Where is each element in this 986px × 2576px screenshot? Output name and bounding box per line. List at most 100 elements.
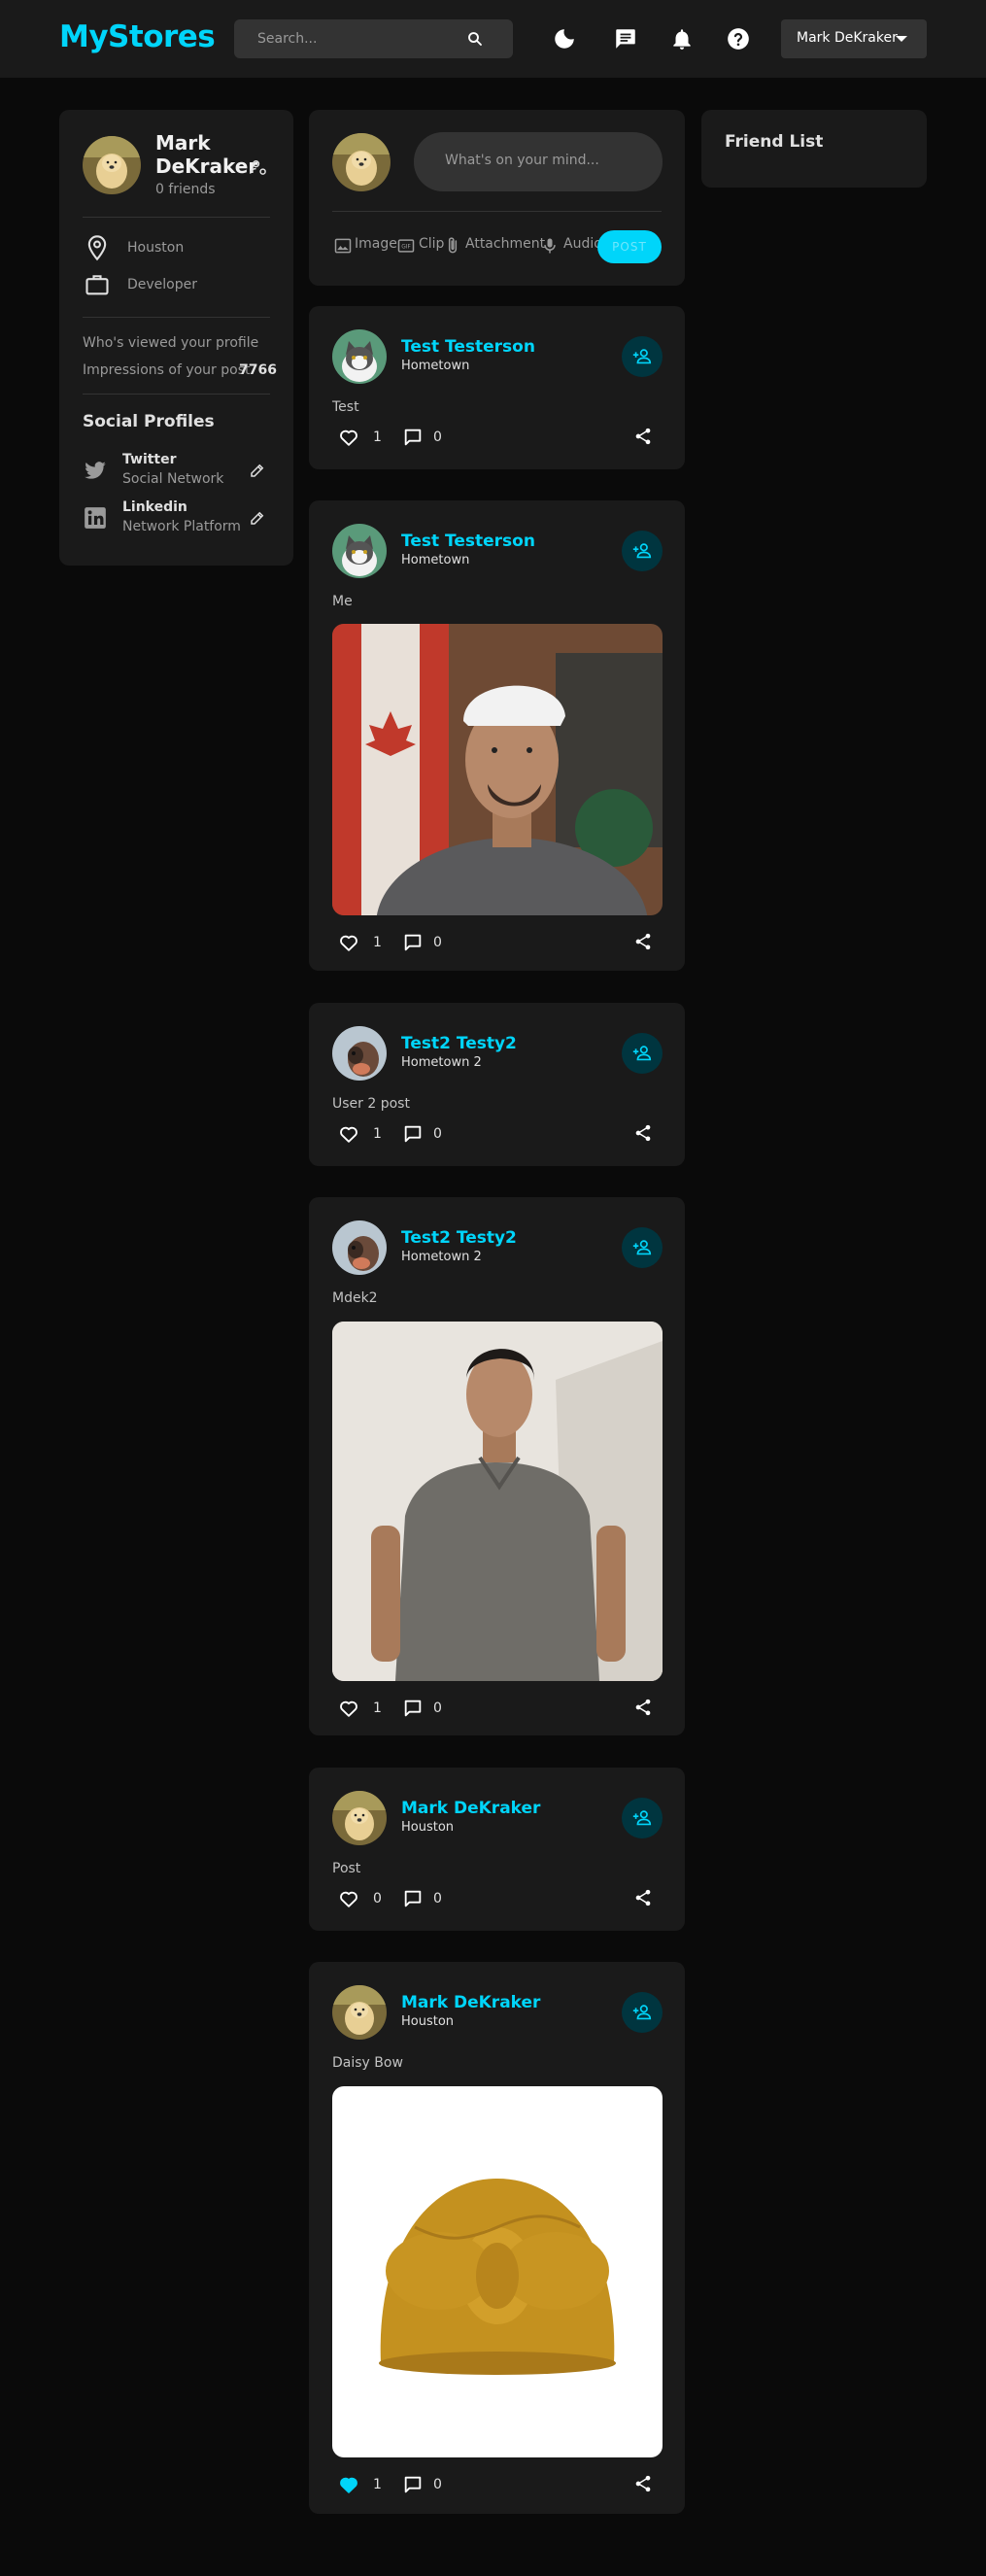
like-count: 1 [373,1700,382,1716]
post-input-placeholder: What's on your mind... [445,153,599,168]
like-count: 0 [373,1891,382,1906]
person-add-icon [632,1240,652,1255]
search-bar[interactable]: Search... [234,19,513,58]
post-avatar[interactable] [332,329,387,384]
person-add-icon [632,2005,652,2020]
notification-icon[interactable] [669,26,695,52]
share-icon[interactable] [633,1123,653,1143]
post-avatar[interactable] [332,1791,387,1845]
attachment-icon[interactable] [443,236,462,256]
friend-list-title: Friend List [725,132,824,152]
comment-icon[interactable] [402,2474,424,2495]
post-author[interactable]: Mark DeKraker [401,1799,540,1818]
post-description: Mdek2 [332,1290,378,1306]
like-icon[interactable] [338,1123,359,1145]
post-button-label: POST [612,240,647,254]
post-location: Hometown 2 [401,1250,482,1264]
user-select[interactable]: Mark DeKraker [781,19,927,58]
post-location: Hometown 2 [401,1055,482,1070]
share-icon[interactable] [633,1888,653,1907]
impressions-value: 7766 [239,362,277,378]
add-friend-button[interactable] [622,1033,663,1074]
social-profiles-title: Social Profiles [83,412,215,431]
add-friend-button[interactable] [622,1227,663,1268]
comment-icon[interactable] [402,427,424,448]
attachment-tool[interactable]: Attachment [465,236,545,252]
comment-icon[interactable] [402,1888,424,1909]
logo[interactable]: MyStores [59,19,216,54]
gif-icon[interactable]: GIF [396,236,416,256]
post-author[interactable]: Mark DeKraker [401,1993,540,2012]
profile-name[interactable]: Mark DeKraker [155,131,257,178]
image-icon[interactable] [333,236,353,256]
image-tool[interactable]: Image [355,236,397,252]
manage-accounts-icon[interactable] [249,157,268,177]
post-location: Hometown [401,553,470,567]
audio-tool[interactable]: Audio [563,236,602,252]
twitter-icon [85,462,106,479]
share-icon[interactable] [633,427,653,446]
like-count: 1 [373,1126,382,1142]
dark-mode-icon[interactable] [552,26,577,52]
microphone-icon[interactable] [540,236,560,256]
comment-count: 0 [433,1700,442,1716]
search-input[interactable]: Search... [257,31,317,47]
add-friend-button[interactable] [622,1798,663,1838]
post-location: Hometown [401,359,470,373]
like-icon[interactable] [338,2474,359,2495]
post-author[interactable]: Test Testerson [401,532,535,551]
share-icon[interactable] [633,932,653,951]
friends-count: 0 friends [155,182,216,197]
comment-icon[interactable] [402,1123,424,1145]
like-icon[interactable] [338,427,359,448]
divider [332,211,662,212]
add-friend-button[interactable] [622,531,663,571]
search-icon[interactable] [466,30,484,48]
post-description: Test [332,399,359,415]
comment-count: 0 [433,1126,442,1142]
add-friend-button[interactable] [622,1992,663,2033]
share-icon[interactable] [633,2474,653,2493]
clip-tool[interactable]: Clip [419,236,444,252]
post-image[interactable] [332,1322,663,1681]
post-avatar[interactable] [332,1026,387,1081]
profile-views-label: Who's viewed your profile [83,335,259,351]
comment-icon[interactable] [402,932,424,953]
help-icon[interactable] [726,26,751,52]
add-friend-button[interactable] [622,336,663,377]
location-icon [87,235,107,261]
post-description: User 2 post [332,1096,410,1112]
post-image[interactable] [332,2086,663,2457]
post-input[interactable]: What's on your mind... [414,132,663,191]
post-author[interactable]: Test2 Testy2 [401,1034,517,1053]
post-location: Houston [401,2014,455,2029]
like-icon[interactable] [338,932,359,953]
comment-count: 0 [433,1891,442,1906]
like-icon[interactable] [338,1888,359,1909]
impressions-label: Impressions of your post [83,362,251,378]
post-description: Daisy Bow [332,2055,403,2071]
post-author[interactable]: Test2 Testy2 [401,1228,517,1248]
edit-icon[interactable] [249,509,266,527]
comment-icon[interactable] [402,1698,424,1719]
navbar: MyStores Search... Mark DeKraker [0,0,986,78]
message-icon[interactable] [613,26,638,52]
post-author[interactable]: Test Testerson [401,337,535,357]
social-name-linkedin: Linkedin [122,499,187,515]
divider [83,317,270,318]
social-name-twitter: Twitter [122,452,177,467]
post-avatar[interactable] [332,524,387,578]
edit-icon[interactable] [249,462,266,479]
like-count: 1 [373,2477,382,2492]
post-avatar[interactable] [332,1985,387,2040]
divider [83,394,270,395]
post-image[interactable] [332,624,663,915]
post-avatar[interactable] [332,1220,387,1275]
share-icon[interactable] [633,1698,653,1717]
like-icon[interactable] [338,1698,359,1719]
post-button[interactable]: POST [597,230,662,263]
social-type-twitter: Social Network [122,471,224,487]
profile-avatar[interactable] [83,136,141,194]
profile-location: Houston [127,240,185,256]
post-description: Post [332,1861,361,1876]
